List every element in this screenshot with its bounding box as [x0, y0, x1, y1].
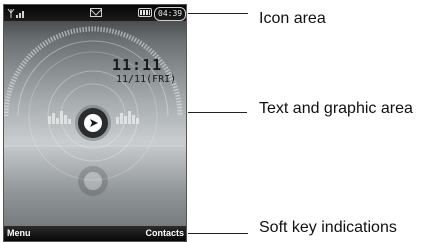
icon-area-leader-line [188, 13, 248, 14]
menu-softkey[interactable]: Menu [7, 227, 31, 240]
text-graphic-area-label: Text and graphic area [259, 100, 413, 117]
phone-screen: 04:39 11:11 11/11(FRI) Menu Contacts [3, 4, 187, 242]
clock-icon [75, 105, 111, 141]
softkey-indications-leader-line [188, 233, 248, 234]
clock-date: 11/11(FRI) [116, 74, 177, 85]
wallpaper-graphic [4, 26, 186, 196]
softkey-indications-label: Soft key indications [259, 219, 397, 236]
text-graphic-area-leader-line [188, 112, 247, 113]
contacts-softkey[interactable]: Contacts [145, 227, 184, 240]
softkey-bar: Menu Contacts [4, 226, 186, 241]
icon-area-label: Icon area [259, 10, 326, 27]
clock-time: 11:11 [112, 56, 163, 74]
